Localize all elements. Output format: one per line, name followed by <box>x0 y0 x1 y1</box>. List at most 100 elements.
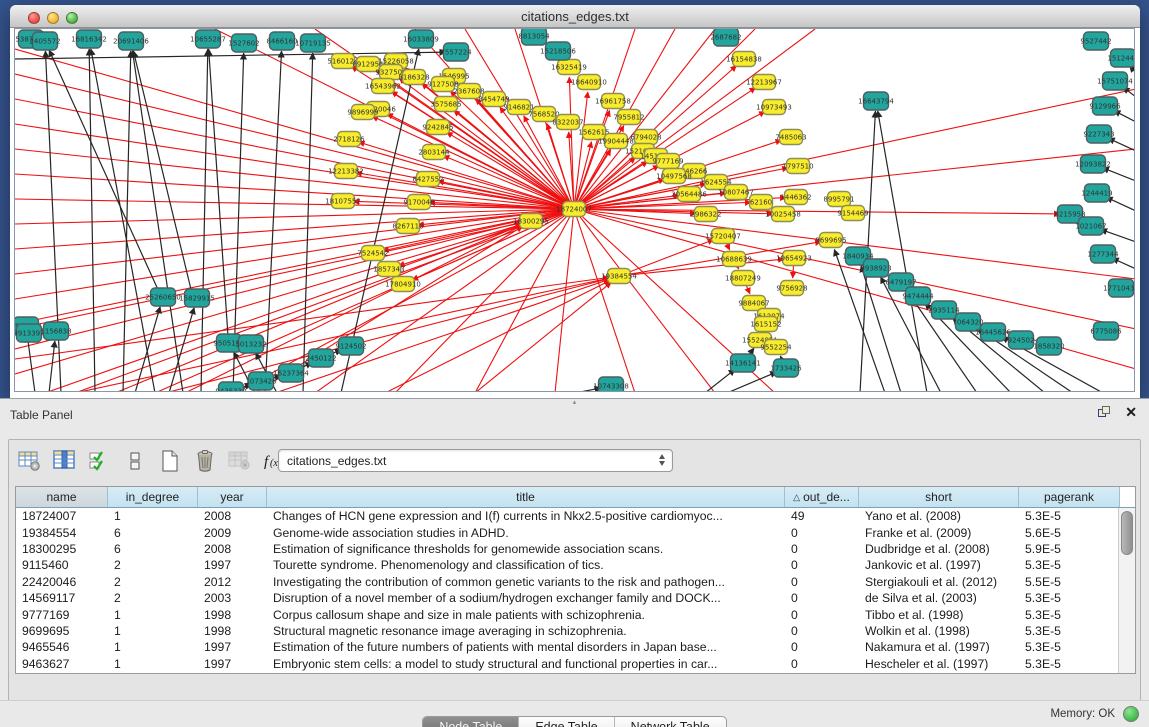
graph-node[interactable]: 8186328 <box>398 70 429 85</box>
graph-node[interactable]: 62160 <box>750 195 773 210</box>
graph-node[interactable]: 2718126 <box>333 132 365 147</box>
delete-column-icon[interactable] <box>192 448 218 474</box>
graph-node[interactable]: 9170046 <box>403 195 435 210</box>
graph-node[interactable]: 2803144 <box>418 145 450 160</box>
graph-node[interactable]: 924502 <box>1008 331 1035 349</box>
graph-node[interactable]: 9756928 <box>776 281 807 296</box>
graph-node[interactable]: 9552254 <box>760 340 792 355</box>
float-panel-icon[interactable] <box>1098 406 1111 419</box>
graph-node[interactable]: 9129966 <box>1089 97 1121 115</box>
graph-node[interactable]: 1512444 <box>1107 49 1135 67</box>
graph-node[interactable]: 7557224 <box>440 43 472 61</box>
graph-node[interactable]: 8938923 <box>860 259 891 277</box>
graph-node[interactable]: 16154838 <box>726 52 762 67</box>
graph-node[interactable]: 1615152 <box>750 317 781 332</box>
graph-node[interactable]: 16643794 <box>858 92 894 110</box>
table-row[interactable]: 946554611997Estimation of the future num… <box>16 639 1135 655</box>
graph-node[interactable]: 9227343 <box>1083 125 1114 143</box>
graph-node[interactable]: 8322037 <box>552 115 583 130</box>
graph-node[interactable]: 9527442 <box>1080 32 1111 50</box>
graph-node[interactable]: 2405572 <box>29 32 60 50</box>
graph-node[interactable]: 16325419 <box>551 60 587 75</box>
table-row[interactable]: 911546021997Tourette syndrome. Phenomeno… <box>16 557 1135 573</box>
memory-status-indicator[interactable] <box>1123 706 1139 722</box>
graph-node[interactable]: 15218506 <box>540 42 576 60</box>
graph-node[interactable]: 10688639 <box>716 252 752 267</box>
column-header-pagerank[interactable]: pagerank <box>1019 487 1120 507</box>
graph-node[interactable]: 8267110 <box>392 219 423 234</box>
graph-node[interactable]: 5013232 <box>235 335 266 353</box>
graph-node[interactable]: 16816342 <box>71 30 107 48</box>
graph-node[interactable]: 6794028 <box>630 130 661 145</box>
graph-node[interactable]: 10973493 <box>756 100 792 115</box>
graph-node[interactable]: 10655287 <box>190 30 226 48</box>
column-header-in_degree[interactable]: in_degree <box>108 487 198 507</box>
graph-node[interactable]: 6775086 <box>1090 322 1122 340</box>
graph-node[interactable]: 2986322 <box>690 207 721 222</box>
graph-node[interactable]: 1527602 <box>228 34 259 52</box>
window-titlebar[interactable]: citations_edges.txt <box>10 5 1140 28</box>
graph-node[interactable]: 10719135 <box>295 34 331 52</box>
table-selector-dropdown[interactable]: citations_edges.txt <box>278 449 673 472</box>
graph-node[interactable]: 3575685 <box>430 97 461 112</box>
table-row[interactable]: 2242004622012Investigating the contribut… <box>16 574 1135 590</box>
column-selection-icon[interactable] <box>87 448 113 474</box>
table-vertical-scrollbar[interactable] <box>1118 508 1135 673</box>
graph-node[interactable]: 1021067 <box>1075 217 1106 235</box>
graph-node[interactable]: 1277344 <box>1087 245 1119 263</box>
graph-node[interactable]: 9435330 <box>215 382 246 392</box>
close-panel-icon[interactable]: ✕ <box>1125 406 1137 419</box>
row-options-icon[interactable] <box>122 448 148 474</box>
graph-node[interactable]: 12093822 <box>1075 155 1111 173</box>
graph-node[interactable]: 9242845 <box>422 120 453 135</box>
graph-node[interactable]: 2450122 <box>305 349 336 367</box>
graph-node[interactable]: 14136141 <box>725 354 761 372</box>
graph-node[interactable]: 7485063 <box>775 130 806 145</box>
panel-resize-handle[interactable]: ▴ <box>570 400 579 405</box>
table-row[interactable]: 977716911998Corpus callosum shape and si… <box>16 606 1135 622</box>
graph-node[interactable]: 20691406 <box>113 32 149 50</box>
graph-node[interactable]: 1857343 <box>373 262 404 277</box>
graph-node[interactable]: 1858320 <box>1033 337 1064 355</box>
graph-node[interactable]: 15751074 <box>1097 72 1133 90</box>
graph-node[interactable]: 7524542 <box>357 246 388 261</box>
network-canvas[interactable]: 5160124891295415226058932750881863281546… <box>14 28 1135 392</box>
column-header-name[interactable]: name <box>16 487 108 507</box>
new-column-icon[interactable] <box>157 448 183 474</box>
graph-node[interactable]: 8813054 <box>518 29 550 45</box>
graph-node[interactable]: 9124502 <box>335 337 366 355</box>
graph-node[interactable]: 1244419 <box>1081 184 1112 202</box>
table-row[interactable]: 1872400712008Changes of HCN gene express… <box>16 508 1135 524</box>
graph-node[interactable]: 9154469 <box>837 206 868 221</box>
graph-node[interactable]: 16445626 <box>975 323 1011 341</box>
graph-node[interactable]: 10743308 <box>593 377 629 392</box>
graph-node[interactable]: 8995791 <box>823 192 854 207</box>
column-visibility-icon[interactable] <box>52 448 78 474</box>
graph-node[interactable]: 1797510 <box>782 159 813 174</box>
graph-node[interactable]: 16033809 <box>403 30 439 48</box>
graph-node[interactable]: 9474444 <box>902 287 934 305</box>
column-header-out_de[interactable]: △out_de... <box>785 487 859 507</box>
table-settings-icon[interactable] <box>17 448 43 474</box>
graph-node[interactable]: 15829915 <box>179 289 215 307</box>
table-row[interactable]: 1830029562008Estimation of significance … <box>16 541 1135 557</box>
scrollbar-thumb[interactable] <box>1121 511 1133 555</box>
graph-node[interactable]: 1156838 <box>40 322 71 340</box>
graph-node[interactable]: 9896999 <box>347 105 378 120</box>
column-header-title[interactable]: title <box>267 487 785 507</box>
graph-node[interactable]: 8427552 <box>412 172 443 187</box>
graph-node[interactable]: 18807249 <box>725 271 761 286</box>
graph-node[interactable]: 1733426 <box>770 359 802 377</box>
table-row[interactable]: 1938455462009Genome-wide association stu… <box>16 524 1135 540</box>
graph-node[interactable]: 16543962 <box>365 79 401 94</box>
graph-node[interactable]: 1446362 <box>780 190 811 205</box>
table-row[interactable]: 1456911722003Disruption of a novel membe… <box>16 590 1135 606</box>
graph-node[interactable]: 9777169 <box>652 154 683 169</box>
column-header-year[interactable]: year <box>198 487 267 507</box>
table-row[interactable]: 946362711997Embryonic stem cells: a mode… <box>16 656 1135 672</box>
graph-node[interactable]: 7955812 <box>613 110 644 125</box>
graph-node[interactable]: 25260650 <box>145 288 181 306</box>
graph-node[interactable]: 2687682 <box>710 29 741 46</box>
graph-node[interactable]: 8466160 <box>266 32 297 50</box>
table-row[interactable]: 969969511998Structural magnetic resonanc… <box>16 623 1135 639</box>
